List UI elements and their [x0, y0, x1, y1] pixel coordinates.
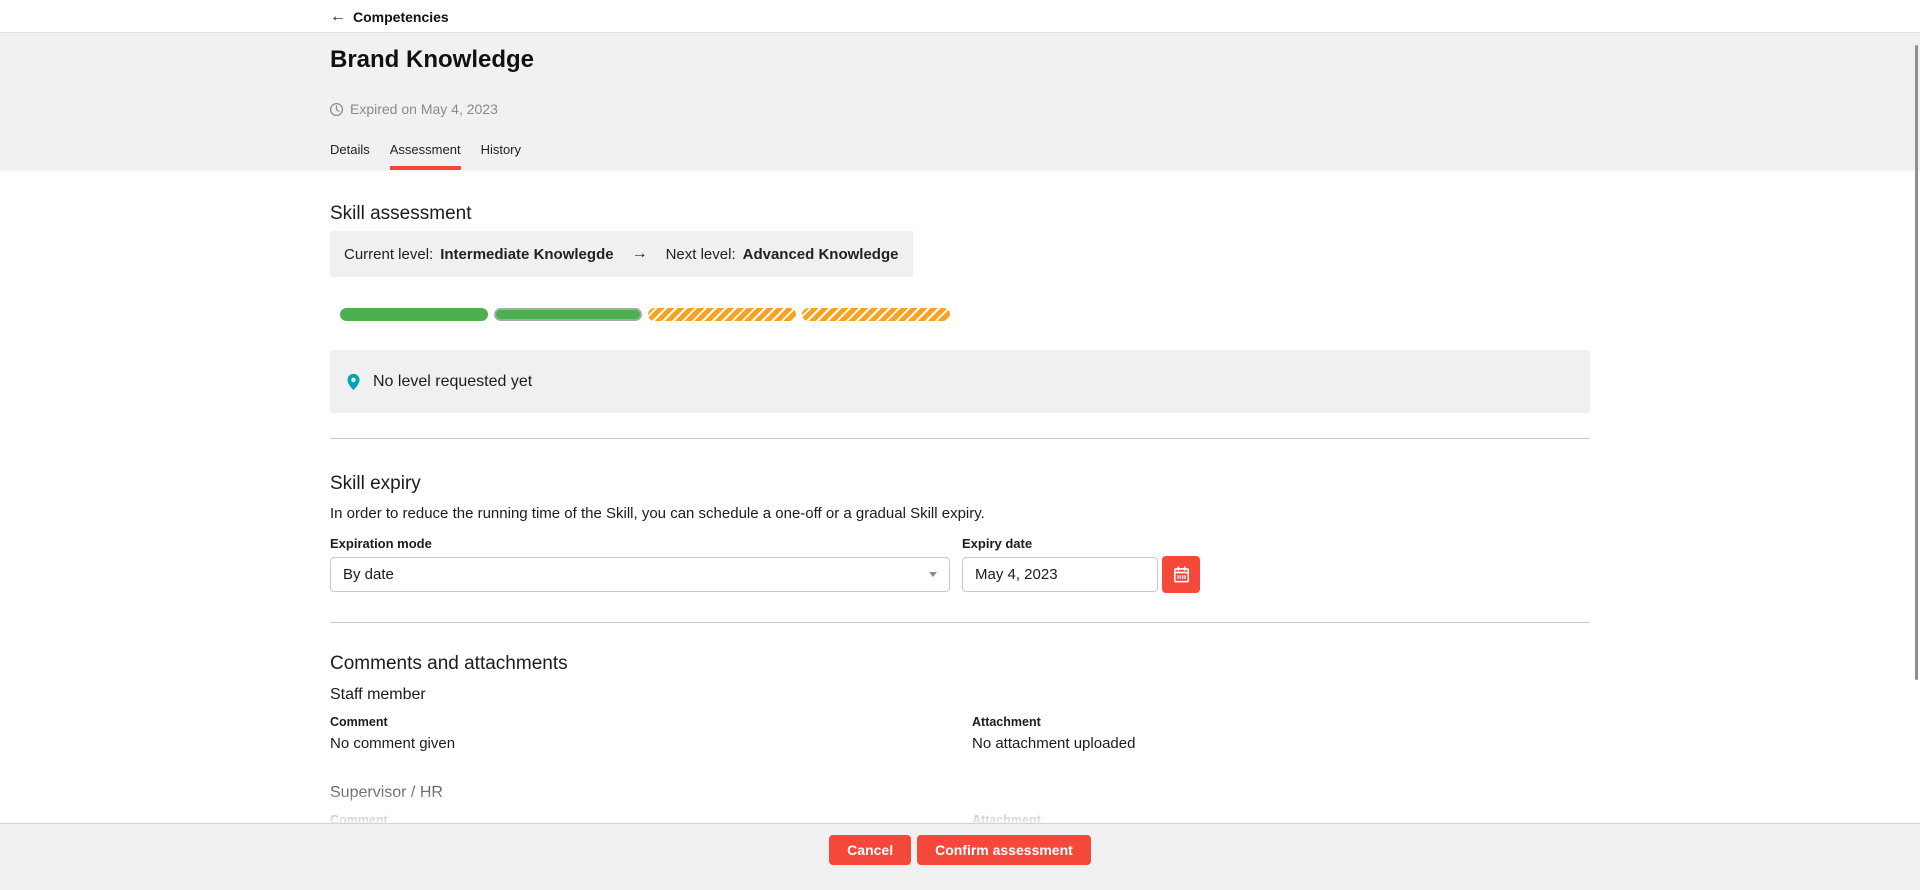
page-header: Brand Knowledge Expired on May 4, 2023 D…	[0, 33, 1920, 170]
main-content: Skill assessment Current level: Intermed…	[0, 170, 1920, 890]
open-datepicker-button[interactable]	[1162, 556, 1200, 593]
content-fade-overlay	[0, 770, 1920, 823]
expiry-status-text: Expired on May 4, 2023	[350, 101, 498, 117]
back-to-competencies-link[interactable]: ← Competencies	[330, 0, 449, 33]
level-arrow-icon: →	[632, 245, 648, 263]
expiry-date-input[interactable]	[962, 557, 1158, 592]
tab-details[interactable]: Details	[330, 136, 370, 170]
clock-icon	[329, 102, 344, 117]
page-title: Brand Knowledge	[330, 46, 534, 74]
cancel-button[interactable]: Cancel	[829, 835, 911, 865]
expiration-mode-select[interactable]: By date	[330, 557, 950, 592]
tab-bar: Details Assessment History	[330, 136, 521, 170]
section-divider	[330, 438, 1590, 439]
expiry-date-label: Expiry date	[962, 536, 1032, 551]
expiry-status: Expired on May 4, 2023	[329, 101, 498, 117]
top-bar: ← Competencies	[0, 0, 1920, 33]
back-arrow-icon: ←	[330, 9, 346, 25]
expiration-mode-value: By date	[343, 566, 394, 583]
no-level-requested-text: No level requested yet	[373, 373, 532, 391]
level-bar-1-achieved	[340, 308, 488, 321]
footer-action-bar: Cancel Confirm assessment	[0, 823, 1920, 890]
staff-comment-label: Comment	[330, 715, 388, 729]
no-level-requested-box: No level requested yet	[330, 350, 1590, 413]
skill-expiry-heading: Skill expiry	[330, 473, 421, 495]
comments-attachments-heading: Comments and attachments	[330, 653, 568, 675]
current-level-box: Current level: Intermediate Knowlegde → …	[330, 231, 913, 277]
staff-comment-value: No comment given	[330, 735, 455, 752]
confirm-assessment-button[interactable]: Confirm assessment	[917, 835, 1091, 865]
level-bar-3-pending	[648, 308, 796, 321]
skill-assessment-heading: Skill assessment	[330, 203, 472, 225]
chevron-down-icon	[929, 572, 937, 577]
vertical-scrollbar-thumb[interactable]	[1915, 45, 1918, 680]
expiration-mode-label: Expiration mode	[330, 536, 432, 551]
location-pin-icon	[344, 371, 363, 393]
section-divider	[330, 622, 1590, 623]
level-bar-2-current	[494, 308, 642, 321]
level-bar-4-pending	[802, 308, 950, 321]
next-level-label: Next level:	[666, 246, 736, 263]
supervisor-hr-heading: Supervisor / HR	[330, 784, 443, 802]
next-level-value: Advanced Knowledge	[743, 246, 899, 263]
staff-member-heading: Staff member	[330, 686, 426, 704]
skill-expiry-description: In order to reduce the running time of t…	[330, 505, 985, 522]
staff-attachment-label: Attachment	[972, 715, 1041, 729]
current-level-value: Intermediate Knowlegde	[440, 246, 613, 263]
level-progress-bars	[340, 308, 950, 321]
back-link-label: Competencies	[353, 9, 449, 25]
tab-assessment[interactable]: Assessment	[390, 136, 461, 170]
current-level-label: Current level:	[344, 246, 433, 263]
calendar-icon	[1172, 565, 1191, 584]
tab-history[interactable]: History	[481, 136, 521, 170]
staff-attachment-value: No attachment uploaded	[972, 735, 1135, 752]
